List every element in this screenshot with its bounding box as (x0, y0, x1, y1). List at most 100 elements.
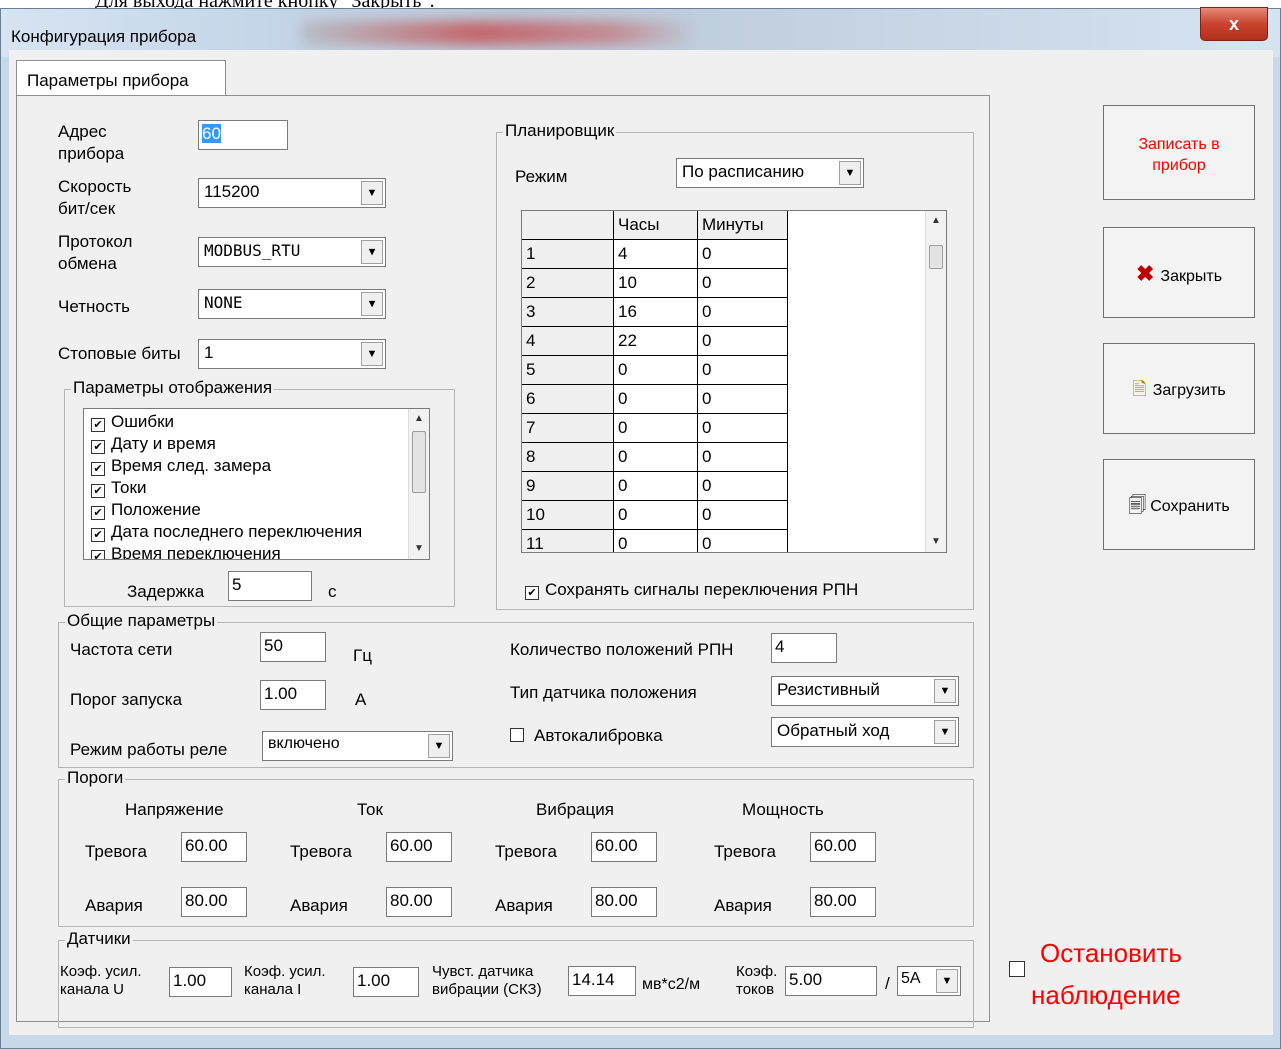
chevron-down-icon[interactable]: ▼ (361, 292, 383, 316)
list-item[interactable]: ✔ Дата последнего переключения (91, 521, 362, 543)
checkbox-unchecked-icon[interactable] (510, 728, 524, 742)
grid-cell-hours[interactable]: 22 (614, 327, 698, 356)
direction-select[interactable]: Обратный ход ▼ (771, 717, 959, 747)
grid-scrollbar[interactable]: ▲ ▼ (925, 211, 946, 552)
grid-cell-minutes[interactable]: 0 (698, 240, 788, 269)
chevron-down-icon[interactable]: ▼ (361, 181, 383, 205)
positions-input[interactable]: 4 (771, 633, 837, 663)
grid-cell-hours[interactable]: 0 (614, 414, 698, 443)
power-emergency-input[interactable]: 80.00 (810, 887, 876, 917)
display-items-list[interactable]: ✔ Ошибки ✔ Дату и время ✔ Время след. замер… (83, 408, 430, 560)
checkbox-checked-icon[interactable]: ✔ (91, 440, 105, 454)
address-input[interactable]: 60 (198, 120, 288, 150)
scroll-down-icon[interactable]: ▼ (409, 539, 429, 559)
relay-select[interactable]: включено ▼ (262, 731, 453, 761)
grid-cell-minutes[interactable]: 0 (698, 414, 788, 443)
parity-select[interactable]: NONE ▼ (198, 289, 386, 319)
checkbox-checked-icon[interactable]: ✔ (91, 528, 105, 542)
scroll-thumb[interactable] (929, 245, 943, 269)
autocal-option[interactable]: Автокалибровка (510, 726, 663, 746)
write-to-device-button[interactable]: Записать в прибор (1103, 105, 1255, 200)
grid-cell-minutes[interactable]: 0 (698, 269, 788, 298)
grid-cell-hours[interactable]: 0 (614, 472, 698, 501)
vibration-emergency-input[interactable]: 80.00 (591, 887, 657, 917)
grid-cell-hours[interactable]: 10 (614, 269, 698, 298)
list-item[interactable]: ✔ Токи (91, 477, 146, 499)
current-alarm-input[interactable]: 60.00 (386, 832, 452, 862)
alarm-label: Тревога (290, 842, 352, 861)
close-button[interactable]: ✖ Закрыть (1103, 227, 1255, 318)
grid-cell-minutes[interactable]: 0 (698, 327, 788, 356)
grid-cell-hours[interactable]: 0 (614, 501, 698, 530)
voltage-alarm-input[interactable]: 60.00 (181, 832, 247, 862)
scheduler-mode-select[interactable]: По расписанию ▼ (676, 158, 864, 188)
tab-device-parameters[interactable]: Параметры прибора (16, 60, 226, 96)
list-item[interactable]: ✔ Время след. замера (91, 455, 271, 477)
list-scrollbar[interactable]: ▲ ▼ (408, 409, 429, 559)
chevron-down-icon[interactable]: ▼ (361, 240, 383, 264)
chevron-down-icon[interactable]: ▼ (934, 720, 956, 744)
grid-cell-hours[interactable]: 16 (614, 298, 698, 327)
blurred-title-region (301, 21, 691, 45)
general-params-title: Общие параметры (65, 611, 218, 631)
current-emergency-input[interactable]: 80.00 (386, 887, 452, 917)
stop-monitoring-checkbox[interactable] (1009, 961, 1031, 981)
grid-row-number: 11 (522, 530, 614, 552)
grid-cell-minutes[interactable]: 0 (698, 385, 788, 414)
chevron-down-icon[interactable]: ▼ (934, 679, 956, 703)
speed-select[interactable]: 115200 ▼ (198, 178, 386, 208)
sensor-type-select[interactable]: Резистивный ▼ (771, 676, 959, 706)
grid-cell-minutes[interactable]: 0 (698, 443, 788, 472)
vibration-alarm-input[interactable]: 60.00 (591, 832, 657, 862)
checkbox-checked-icon[interactable]: ✔ (91, 506, 105, 520)
list-item[interactable]: ✔ Время переключения (91, 543, 281, 559)
list-item[interactable]: ✔ Дату и время (91, 433, 216, 455)
checkbox-checked-icon[interactable]: ✔ (91, 484, 105, 498)
grid-cell-hours[interactable]: 4 (614, 240, 698, 269)
grid-cell-minutes[interactable]: 0 (698, 356, 788, 385)
chevron-down-icon[interactable]: ▼ (839, 161, 861, 185)
voltage-emergency-input[interactable]: 80.00 (181, 887, 247, 917)
schedule-grid[interactable]: Часы Минуты 1 4 0 2 10 0 3 16 0 4 22 0 5… (521, 210, 947, 553)
window-close-button[interactable]: x (1200, 7, 1268, 41)
power-alarm-input[interactable]: 60.00 (810, 832, 876, 862)
save-button[interactable]: 🗐 Сохранить (1103, 459, 1255, 550)
grid-cell-hours[interactable]: 0 (614, 530, 698, 552)
scroll-down-icon[interactable]: ▼ (926, 532, 946, 552)
grid-cell-minutes[interactable]: 0 (698, 298, 788, 327)
checkbox-unchecked-icon[interactable] (1009, 961, 1025, 977)
checkbox-checked-icon[interactable]: ✔ (91, 418, 105, 432)
chevron-down-icon[interactable]: ▼ (936, 969, 958, 993)
checkbox-checked-icon[interactable]: ✔ (91, 462, 105, 476)
grid-cell-hours[interactable]: 0 (614, 385, 698, 414)
chevron-down-icon[interactable]: ▼ (361, 342, 383, 366)
grid-cell-minutes[interactable]: 0 (698, 530, 788, 552)
scroll-thumb[interactable] (412, 431, 426, 493)
chevron-down-icon[interactable]: ▼ (428, 734, 450, 758)
list-item[interactable]: ✔ Положение (91, 499, 201, 521)
grid-header-hours[interactable]: Часы (614, 211, 698, 240)
scroll-up-icon[interactable]: ▲ (926, 211, 946, 231)
load-button[interactable]: 🗎 Загрузить (1103, 343, 1255, 434)
grid-cell-hours[interactable]: 0 (614, 356, 698, 385)
grid-cell-minutes[interactable]: 0 (698, 501, 788, 530)
grid-header-minutes[interactable]: Минуты (698, 211, 788, 240)
curr-coef-input[interactable]: 5.00 (785, 966, 877, 996)
curr-range-select[interactable]: 5А ▼ (897, 966, 961, 996)
close-button-label: Закрыть (1160, 268, 1223, 285)
save-signals-option[interactable]: ✔ Сохранять сигналы переключения РПН (525, 580, 858, 600)
freq-input[interactable]: 50 (260, 632, 326, 662)
gain-u-input[interactable]: 1.00 (169, 967, 232, 997)
list-item[interactable]: ✔ Ошибки (91, 411, 174, 433)
grid-cell-minutes[interactable]: 0 (698, 472, 788, 501)
protocol-select[interactable]: MODBUS_RTU ▼ (198, 237, 386, 267)
checkbox-checked-icon[interactable]: ✔ (91, 550, 105, 559)
gain-i-input[interactable]: 1.00 (353, 967, 419, 997)
scroll-up-icon[interactable]: ▲ (409, 409, 429, 429)
stopbits-select[interactable]: 1 ▼ (198, 339, 386, 369)
vib-sensitivity-input[interactable]: 14.14 (568, 966, 636, 996)
delay-input[interactable]: 5 (228, 571, 312, 601)
threshold-input[interactable]: 1.00 (260, 680, 326, 710)
checkbox-checked-icon[interactable]: ✔ (525, 586, 539, 600)
grid-cell-hours[interactable]: 0 (614, 443, 698, 472)
